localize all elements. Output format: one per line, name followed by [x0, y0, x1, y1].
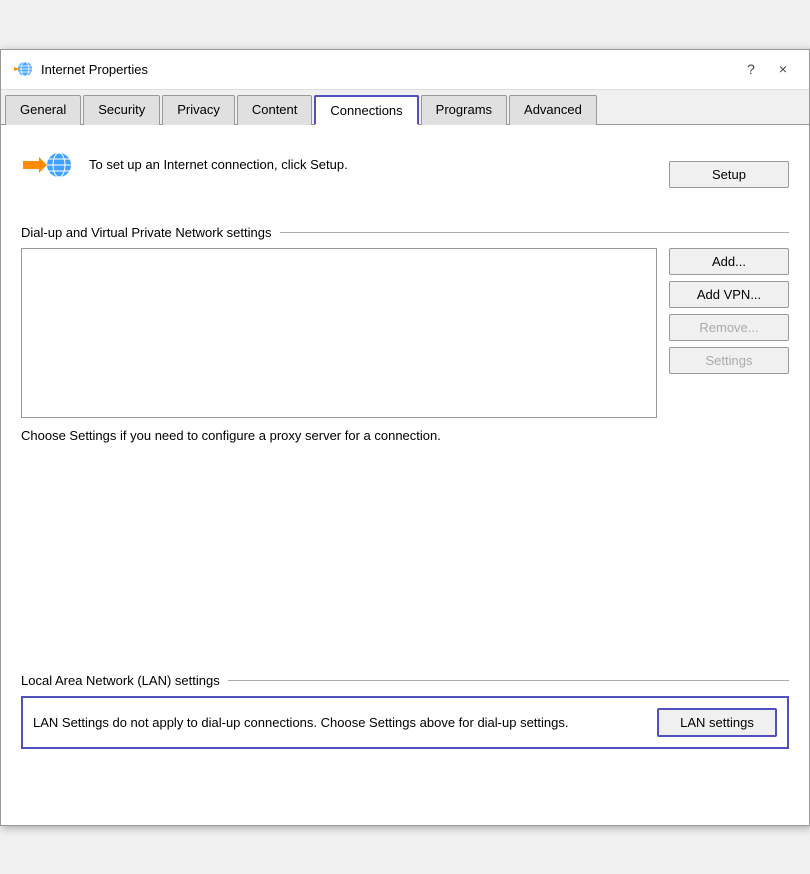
tab-programs[interactable]: Programs: [421, 95, 507, 125]
vpn-divider: [280, 232, 790, 233]
remove-button[interactable]: Remove...: [669, 314, 789, 341]
close-button[interactable]: ×: [769, 55, 797, 83]
tab-connections[interactable]: Connections: [314, 95, 418, 125]
setup-intro: To set up an Internet connection, click …: [21, 145, 348, 185]
app-icon: [13, 59, 33, 79]
tab-bar: General Security Privacy Content Connect…: [1, 90, 809, 125]
lan-description: LAN Settings do not apply to dial-up con…: [33, 715, 645, 730]
add-button[interactable]: Add...: [669, 248, 789, 275]
lan-section-label: Local Area Network (LAN) settings: [21, 673, 220, 688]
lan-section: Local Area Network (LAN) settings LAN Se…: [21, 673, 789, 749]
tab-content[interactable]: Content: [237, 95, 313, 125]
internet-properties-window: Internet Properties ? × General Security…: [0, 49, 810, 826]
help-button[interactable]: ?: [737, 55, 765, 83]
tab-advanced[interactable]: Advanced: [509, 95, 597, 125]
internet-icon: [21, 145, 73, 185]
arrow-globe-icon: [21, 145, 73, 185]
lan-settings-row: LAN Settings do not apply to dial-up con…: [21, 696, 789, 749]
tab-security[interactable]: Security: [83, 95, 160, 125]
spacer: [21, 473, 789, 673]
add-vpn-button[interactable]: Add VPN...: [669, 281, 789, 308]
settings-button[interactable]: Settings: [669, 347, 789, 374]
window-title: Internet Properties: [41, 62, 148, 77]
vpn-area: Add... Add VPN... Remove... Settings: [21, 248, 789, 418]
title-bar: Internet Properties ? ×: [1, 50, 809, 90]
setup-row: To set up an Internet connection, click …: [21, 145, 789, 205]
tab-privacy[interactable]: Privacy: [162, 95, 235, 125]
lan-settings-button[interactable]: LAN settings: [657, 708, 777, 737]
tab-general[interactable]: General: [5, 95, 81, 125]
lan-divider: [228, 680, 789, 681]
tab-content-area: To set up an Internet connection, click …: [1, 125, 809, 825]
proxy-row: Choose Settings if you need to configure…: [21, 428, 789, 443]
setup-button[interactable]: Setup: [669, 161, 789, 188]
lan-section-header: Local Area Network (LAN) settings: [21, 673, 789, 688]
vpn-list: [21, 248, 657, 418]
vpn-section-header: Dial-up and Virtual Private Network sett…: [21, 225, 789, 240]
title-bar-left: Internet Properties: [13, 59, 148, 79]
proxy-description: Choose Settings if you need to configure…: [21, 428, 789, 443]
title-bar-controls: ? ×: [737, 55, 797, 83]
vpn-section-label: Dial-up and Virtual Private Network sett…: [21, 225, 272, 240]
vpn-buttons: Add... Add VPN... Remove... Settings: [669, 248, 789, 418]
setup-description: To set up an Internet connection, click …: [89, 157, 348, 172]
